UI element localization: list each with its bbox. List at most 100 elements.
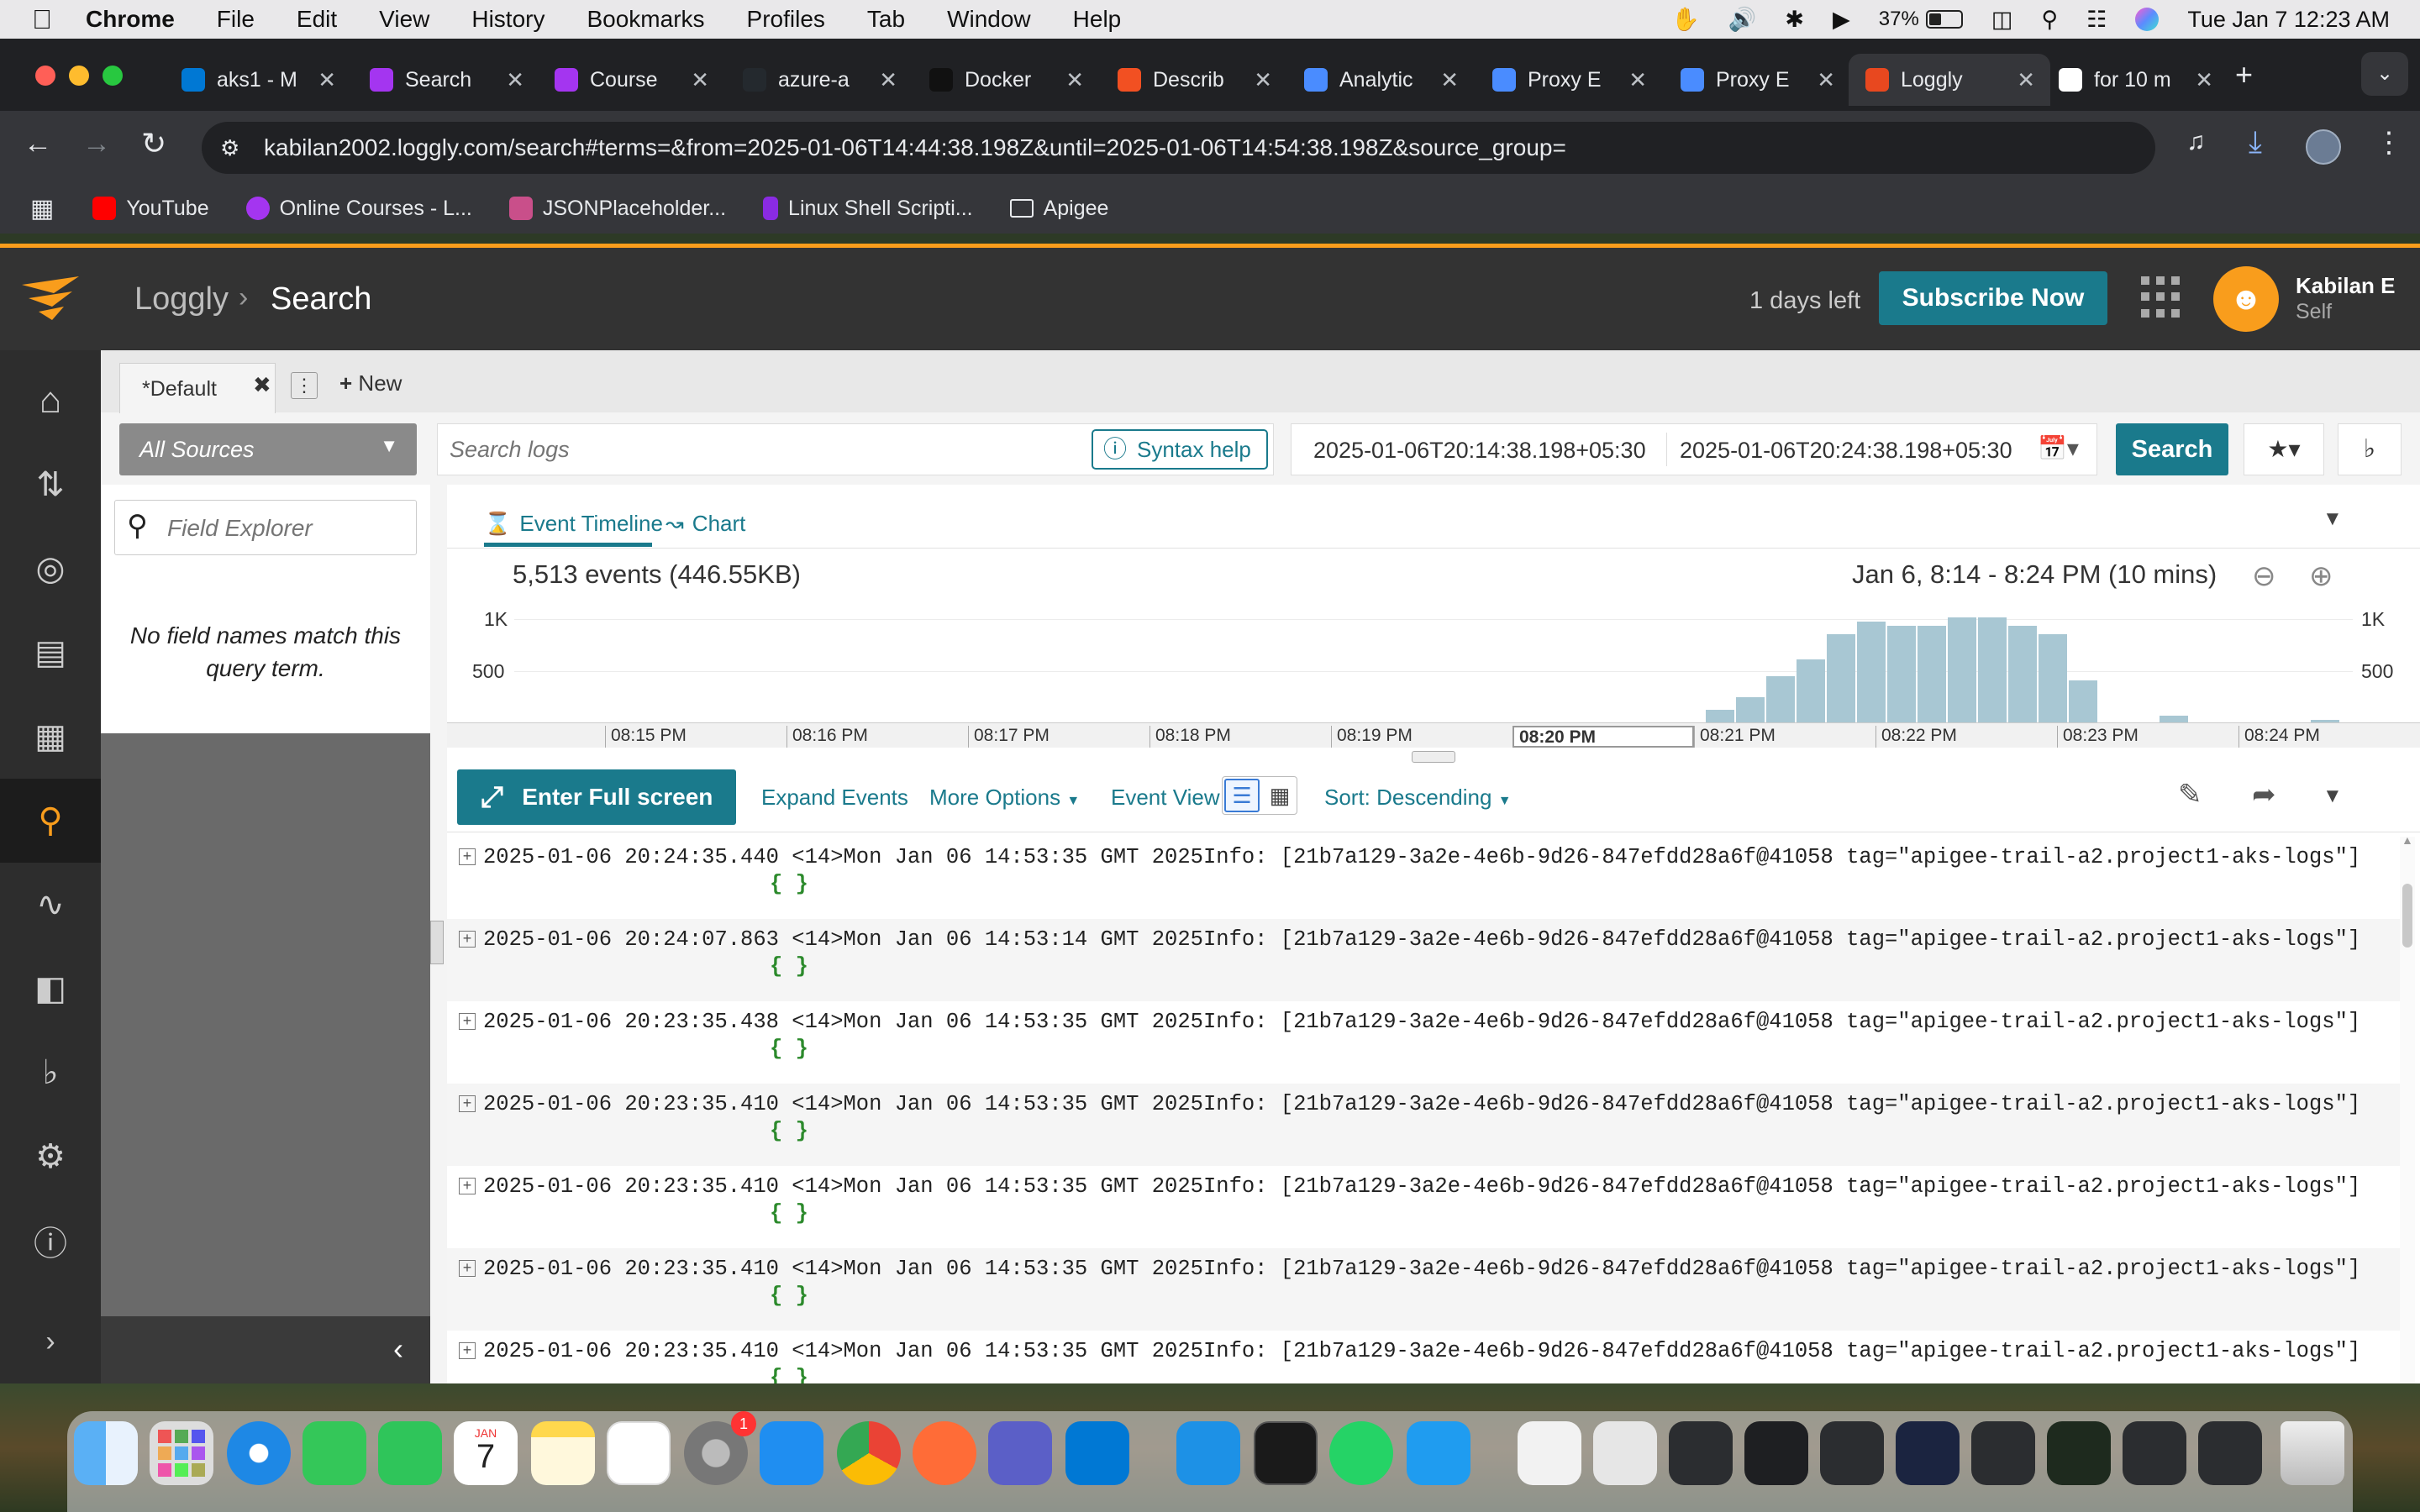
event-row[interactable]: +2025-01-06 20:24:35.440 <14>Mon Jan 06 … <box>447 837 2405 919</box>
system-settings-icon[interactable]: 1 <box>684 1411 756 1485</box>
browser-tab[interactable]: Course ✕ <box>538 54 724 106</box>
chrome-menu-icon[interactable]: ⋮ <box>2375 126 2403 160</box>
window-thumbnail-9-icon[interactable] <box>2198 1421 2262 1485</box>
expand-event-icon[interactable]: + <box>459 848 476 865</box>
reload-button[interactable]: ↻ <box>141 126 166 161</box>
volume-icon[interactable]: 🔊 <box>1728 6 1757 33</box>
share-icon[interactable]: ✎ <box>2178 778 2202 811</box>
expand-event-icon[interactable]: + <box>459 1342 476 1359</box>
tab-close-icon[interactable]: ✕ <box>1065 67 1084 93</box>
chrome-icon[interactable] <box>837 1421 901 1485</box>
menubar-clock[interactable]: Tue Jan 7 12:23 AM <box>2187 7 2390 33</box>
browser-tab[interactable]: aks1 - M ✕ <box>165 54 351 106</box>
menu-profiles[interactable]: Profiles <box>747 6 825 33</box>
field-explorer-input[interactable] <box>167 512 402 544</box>
sort-dropdown[interactable]: Sort: Descending ▼ <box>1324 785 1512 811</box>
tab-close-icon[interactable]: ✕ <box>2017 67 2035 93</box>
address-bar[interactable]: ⚙ kabilan2002.loggly.com/search#terms=&f… <box>202 122 2155 174</box>
tab-close-icon[interactable]: ✕ <box>1628 67 1647 93</box>
app-store-icon[interactable] <box>760 1421 823 1485</box>
search-button[interactable]: Search <box>2116 423 2228 475</box>
spotlight-search-icon[interactable]: ⚲ <box>2041 7 2058 33</box>
back-button[interactable]: ← <box>24 128 52 160</box>
tab-close-icon[interactable]: ✕ <box>879 67 897 93</box>
menu-app-name[interactable]: Chrome <box>86 6 175 33</box>
search-logs-icon[interactable]: ⚲ <box>25 795 76 846</box>
scrollbar-thumb[interactable] <box>2402 884 2412 948</box>
trash-icon[interactable] <box>2281 1421 2344 1485</box>
menu-tab[interactable]: Tab <box>867 6 905 33</box>
window-thumbnail-1-icon[interactable] <box>1593 1421 1657 1485</box>
menu-history[interactable]: History <box>471 6 544 33</box>
export-icon[interactable]: ➦ <box>2252 778 2276 811</box>
bookmark-online-courses[interactable]: Online Courses - L... <box>245 197 472 221</box>
tab-event-timeline[interactable]: ⌛ Event Timeline <box>484 504 663 543</box>
finder-icon[interactable] <box>74 1421 138 1485</box>
live-tail-icon[interactable]: ◎ <box>25 543 76 594</box>
tab-close-icon[interactable]: ✕ <box>2195 67 2213 93</box>
safari-icon[interactable] <box>227 1421 291 1485</box>
expand-event-icon[interactable]: + <box>459 1013 476 1030</box>
launchpad-icon[interactable] <box>150 1421 213 1485</box>
tab-chart[interactable]: ↝ Chart <box>666 504 745 543</box>
zoom-in-icon[interactable]: ⊕ <box>2309 559 2333 593</box>
user-name[interactable]: Kabilan E <box>2296 273 2395 299</box>
tab-close-icon[interactable]: ✕ <box>1817 67 1835 93</box>
home-icon[interactable]: ⌂ <box>25 375 76 426</box>
expand-event-icon[interactable]: + <box>459 1260 476 1277</box>
bookmark-youtube[interactable]: YouTube <box>92 197 209 221</box>
window-thumbnail-6-icon[interactable] <box>1971 1421 2035 1485</box>
collapse-timeline-chevron-icon[interactable]: ▼ <box>2323 507 2343 531</box>
expand-events-link[interactable]: Expand Events <box>761 785 908 811</box>
close-tab-icon[interactable]: ✖ <box>253 372 271 398</box>
bookmark-linux-shell[interactable]: Linux Shell Scripti... <box>763 197 973 221</box>
tab-close-icon[interactable]: ✕ <box>1254 67 1272 93</box>
new-tab-button[interactable]: + <box>2235 57 2253 92</box>
vscode-insiders-icon[interactable] <box>1407 1421 1470 1485</box>
whatsapp-icon[interactable] <box>1329 1421 1393 1485</box>
grid-view-icon[interactable]: ▦ <box>1263 779 1297 812</box>
expand-event-icon[interactable]: + <box>459 931 476 948</box>
user-avatar[interactable]: ☻ <box>2213 266 2279 332</box>
subscribe-now-button[interactable]: Subscribe Now <box>1879 271 2107 325</box>
dashboards-icon[interactable]: ◧ <box>25 963 76 1014</box>
timeline-resize-handle[interactable] <box>1412 751 1455 763</box>
solarwinds-logo-icon[interactable] <box>20 273 84 323</box>
document-thumbnail-icon[interactable] <box>1518 1421 1581 1485</box>
event-row[interactable]: +2025-01-06 20:23:35.438 <14>Mon Jan 06 … <box>447 1001 2405 1084</box>
syntax-help-button[interactable]: ⓘ Syntax help <box>1092 429 1268 470</box>
timeline-bar[interactable] <box>1766 676 1795 722</box>
table-icon[interactable]: ▦ <box>25 711 76 762</box>
media-control-icon[interactable]: ♫ <box>2186 128 2206 156</box>
docker-icon[interactable] <box>1176 1421 1240 1485</box>
event-row[interactable]: +2025-01-06 20:23:35.410 <14>Mon Jan 06 … <box>447 1166 2405 1248</box>
events-collapse-chevron-icon[interactable]: ▼ <box>2323 785 2343 808</box>
battery-status[interactable]: 37% <box>1879 8 1963 31</box>
window-thumbnail-4-icon[interactable] <box>1820 1421 1884 1485</box>
menu-view[interactable]: View <box>379 6 429 33</box>
calendar-icon[interactable]: 📅▾ <box>2038 434 2079 462</box>
alerts-bell-icon[interactable]: ♭ <box>25 1047 76 1098</box>
browser-tab[interactable]: Analytic ✕ <box>1287 54 1474 106</box>
menu-edit[interactable]: Edit <box>297 6 337 33</box>
window-thumbnail-7-icon[interactable] <box>2047 1421 2111 1485</box>
window-thumbnail-2-icon[interactable] <box>1669 1421 1733 1485</box>
window-minimize-button[interactable] <box>69 66 89 86</box>
app-switcher-grid-icon[interactable] <box>2141 276 2183 318</box>
timeline-bar[interactable] <box>2039 634 2067 722</box>
browser-tab[interactable]: Proxy E ✕ <box>1476 54 1662 106</box>
postman-icon[interactable] <box>913 1421 976 1485</box>
menu-file[interactable]: File <box>217 6 255 33</box>
browser-tab[interactable]: Docker ✕ <box>913 54 1099 106</box>
panel-resize-handle[interactable] <box>430 921 444 964</box>
saved-searches-icon[interactable]: ▤ <box>25 627 76 678</box>
browser-tab[interactable]: Proxy E ✕ <box>1664 54 1850 106</box>
timeline-bar[interactable] <box>1887 626 1916 722</box>
timeline-bar[interactable] <box>1978 617 2007 722</box>
more-options-dropdown[interactable]: More Options ▼ <box>929 785 1080 811</box>
siri-icon[interactable] <box>2135 8 2160 31</box>
browser-tab[interactable]: azure-a ✕ <box>726 54 913 106</box>
window-maximize-button[interactable] <box>103 66 123 86</box>
timeline-bar[interactable] <box>2160 716 2188 722</box>
browser-tab[interactable]: Search ✕ <box>353 54 539 106</box>
